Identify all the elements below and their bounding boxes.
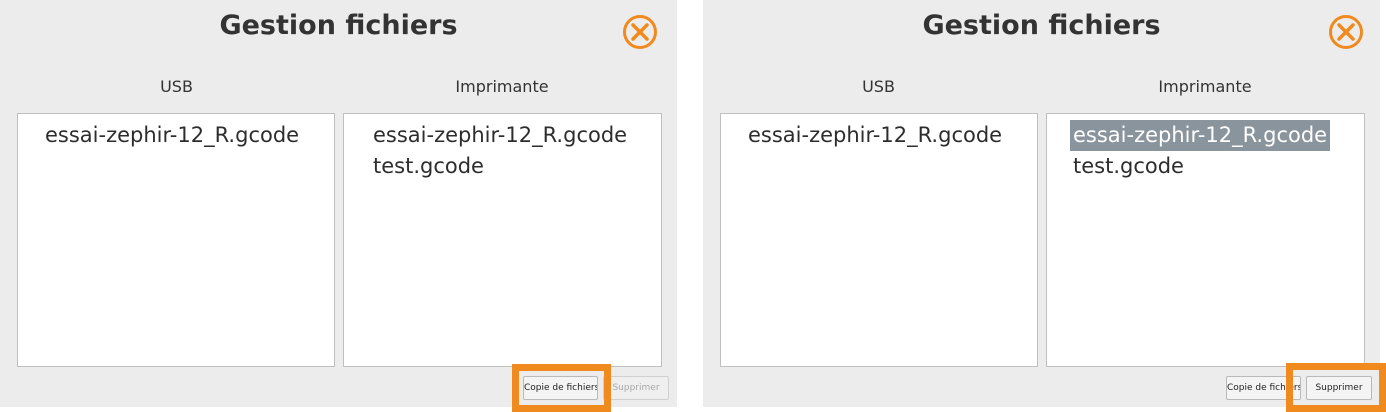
usb-file-item[interactable]: essai-zephir-12_R.gcode: [42, 120, 302, 151]
printer-label: Imprimante: [1158, 77, 1252, 96]
printer-file-item-selected[interactable]: essai-zephir-12_R.gcode: [1070, 120, 1331, 151]
printer-file-list[interactable]: essai-zephir-12_R.gcode test.gcode: [343, 113, 662, 367]
close-button[interactable]: [1329, 15, 1363, 49]
usb-file-list[interactable]: essai-zephir-12_R.gcode: [720, 113, 1038, 367]
file-manager-panel-1: Gestion fichiers USB Imprimante essai-ze…: [0, 0, 677, 407]
usb-file-list[interactable]: essai-zephir-12_R.gcode: [17, 113, 335, 367]
page-title: Gestion fichiers: [922, 10, 1161, 41]
printer-file-item[interactable]: test.gcode: [1070, 151, 1187, 182]
close-button[interactable]: [623, 15, 657, 49]
usb-file-item[interactable]: essai-zephir-12_R.gcode: [745, 120, 1005, 151]
highlight-frame-delete: [1286, 363, 1386, 412]
highlight-frame-copy: [512, 364, 611, 412]
printer-file-item[interactable]: test.gcode: [370, 151, 487, 182]
usb-label: USB: [862, 77, 895, 96]
delete-button[interactable]: Supprimer: [603, 376, 669, 400]
file-manager-panel-2: Gestion fichiers USB Imprimante essai-ze…: [703, 0, 1380, 407]
printer-label: Imprimante: [455, 77, 549, 96]
printer-file-list[interactable]: essai-zephir-12_R.gcode test.gcode: [1046, 113, 1365, 367]
close-icon: [1337, 23, 1355, 41]
printer-file-item[interactable]: essai-zephir-12_R.gcode: [370, 120, 630, 151]
usb-label: USB: [160, 77, 193, 96]
page-title: Gestion fichiers: [219, 10, 458, 41]
close-icon: [631, 23, 649, 41]
